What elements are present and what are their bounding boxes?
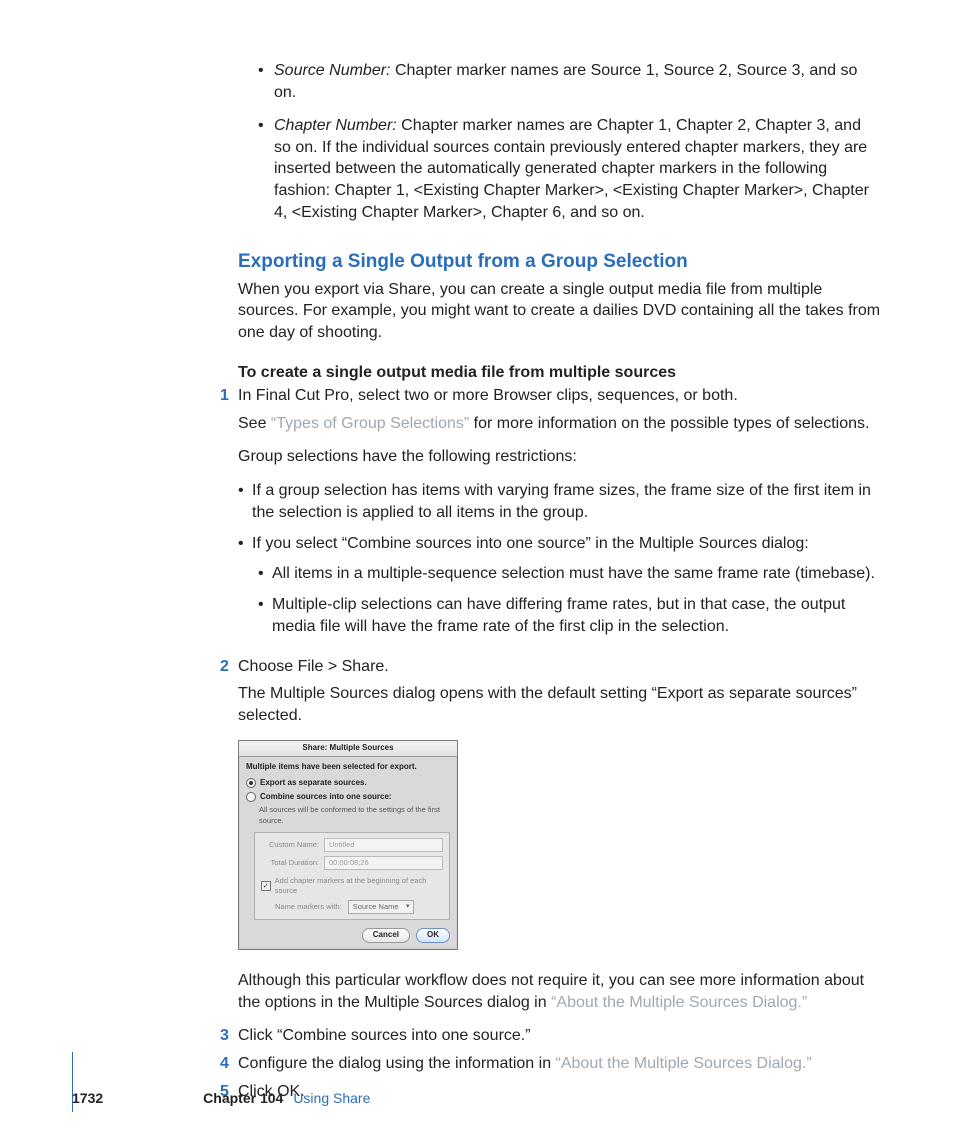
restriction-frame-size: If a group selection has items with vary… bbox=[252, 480, 882, 523]
xref-types-of-group-selections[interactable]: “Types of Group Selections” bbox=[271, 415, 469, 432]
page-footer: 1732 Chapter 104 Using Share bbox=[72, 1089, 882, 1108]
step-2-post: Although this particular workflow does n… bbox=[238, 970, 882, 1013]
step-number: 4 bbox=[220, 1053, 229, 1075]
bullet-label: Source Number: bbox=[274, 62, 391, 79]
name-markers-label: Name markers with: bbox=[275, 902, 342, 912]
custom-name-field[interactable]: Untitled bbox=[324, 838, 443, 852]
ok-button[interactable]: OK bbox=[416, 928, 450, 943]
dialog-note: All sources will be conformed to the set… bbox=[259, 805, 450, 825]
step-text: Choose File > Share. bbox=[238, 658, 389, 675]
radio-icon bbox=[246, 792, 256, 802]
custom-name-label: Custom Name: bbox=[261, 840, 319, 850]
page-number: 1732 bbox=[72, 1089, 103, 1108]
dialog-figure: Share: Multiple Sources Multiple items h… bbox=[238, 740, 882, 950]
checkbox-icon bbox=[261, 881, 271, 891]
top-bullet-list: Source Number: Chapter marker names are … bbox=[238, 60, 882, 223]
dialog-message: Multiple items have been selected for ex… bbox=[246, 762, 450, 773]
intro-paragraph: When you export via Share, you can creat… bbox=[238, 279, 882, 344]
step-text: In Final Cut Pro, select two or more Bro… bbox=[238, 387, 738, 404]
restriction-combine: If you select “Combine sources into one … bbox=[252, 533, 882, 637]
step-1: 1 In Final Cut Pro, select two or more B… bbox=[238, 385, 882, 637]
restriction-differing-framerate: Multiple-clip selections can have differ… bbox=[272, 594, 882, 637]
xref-about-multiple-sources[interactable]: “About the Multiple Sources Dialog.” bbox=[551, 994, 807, 1011]
dialog-title: Share: Multiple Sources bbox=[239, 741, 457, 757]
content-area: Source Number: Chapter marker names are … bbox=[238, 60, 882, 1102]
document-page: Source Number: Chapter marker names are … bbox=[0, 0, 954, 1148]
radio-combine-sources[interactable]: Combine sources into one source: bbox=[246, 792, 450, 803]
bullet-label: Chapter Number: bbox=[274, 117, 397, 134]
bullet-chapter-number: Chapter Number: Chapter marker names are… bbox=[274, 115, 882, 223]
dialog-footer: Cancel OK bbox=[246, 928, 450, 943]
restrictions-list: If a group selection has items with vary… bbox=[238, 480, 882, 638]
xref-about-multiple-sources-2[interactable]: “About the Multiple Sources Dialog.” bbox=[556, 1055, 812, 1072]
cancel-button[interactable]: Cancel bbox=[362, 928, 410, 943]
dialog-options-panel: Custom Name: Untitled Total Duration: 00… bbox=[254, 832, 450, 921]
step-text: Click “Combine sources into one source.” bbox=[238, 1027, 531, 1044]
chapter-label: Chapter 104 bbox=[203, 1089, 283, 1108]
total-duration-row: Total Duration: 00:00:08;26 bbox=[261, 856, 443, 870]
step-2: 2 Choose File > Share. The Multiple Sour… bbox=[238, 656, 882, 1014]
restrictions-intro: Group selections have the following rest… bbox=[238, 446, 882, 468]
custom-name-row: Custom Name: Untitled bbox=[261, 838, 443, 852]
step-number: 3 bbox=[220, 1025, 229, 1047]
step-number: 1 bbox=[220, 385, 229, 407]
restriction-same-framerate: All items in a multiple-sequence selecti… bbox=[272, 563, 882, 585]
radio-export-separate[interactable]: Export as separate sources. bbox=[246, 778, 450, 789]
total-duration-label: Total Duration: bbox=[261, 858, 319, 868]
chapter-markers-checkbox[interactable]: Add chapter markers at the beginning of … bbox=[261, 876, 443, 896]
name-markers-row: Name markers with: Source Name bbox=[275, 900, 443, 914]
steps-list: 1 In Final Cut Pro, select two or more B… bbox=[238, 385, 882, 1102]
restriction-sublist: All items in a multiple-sequence selecti… bbox=[272, 563, 882, 638]
total-duration-field: 00:00:08;26 bbox=[324, 856, 443, 870]
procedure-heading: To create a single output media file fro… bbox=[238, 362, 882, 384]
step-number: 2 bbox=[220, 656, 229, 678]
step-4: 4 Configure the dialog using the informa… bbox=[238, 1053, 882, 1075]
section-heading: Exporting a Single Output from a Group S… bbox=[238, 249, 882, 275]
step-see-line: See “Types of Group Selections” for more… bbox=[238, 413, 882, 435]
step-text: Configure the dialog using the informati… bbox=[238, 1055, 812, 1072]
name-markers-select[interactable]: Source Name bbox=[348, 900, 414, 914]
chapter-title: Using Share bbox=[293, 1089, 370, 1108]
multiple-sources-dialog: Share: Multiple Sources Multiple items h… bbox=[238, 740, 458, 950]
radio-icon bbox=[246, 778, 256, 788]
step-2-after: The Multiple Sources dialog opens with t… bbox=[238, 683, 882, 726]
step-3: 3 Click “Combine sources into one source… bbox=[238, 1025, 882, 1047]
bullet-source-number: Source Number: Chapter marker names are … bbox=[274, 60, 882, 103]
